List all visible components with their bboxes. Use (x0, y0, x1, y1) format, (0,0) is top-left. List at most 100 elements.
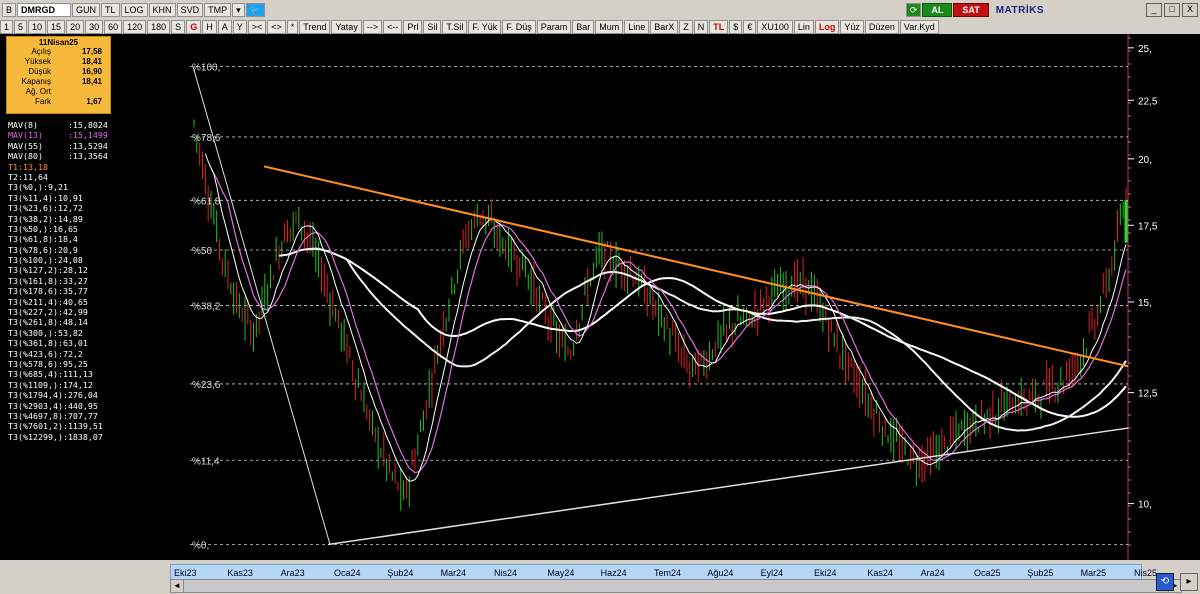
legend-entry: T3(%100,):24,08 (8, 255, 83, 266)
toolbar-btn-b[interactable]: B (2, 3, 17, 17)
toolbar-btn-tmp[interactable]: TMP (204, 3, 232, 17)
price-chart[interactable]: 25, 22,5 20, 17,5 15, 12,5 10, %100, %78,6 %61,8%… (0, 34, 1200, 560)
x-tick-label: Eki24 (814, 568, 837, 578)
period-btn-10[interactable]: G (186, 20, 202, 34)
tool-btn-17[interactable]: $ (729, 20, 743, 34)
legend-entry: T3(%161,8):33,27 (8, 275, 88, 286)
fib-level-label: %11,4 (192, 456, 220, 467)
toolbar-btn-gun[interactable]: GUN (72, 3, 101, 17)
nav-btn-2[interactable]: * (286, 20, 299, 34)
legend-entry: MAV(55) :13,5294 (8, 140, 108, 151)
tool-btn-19[interactable]: XU100 (757, 20, 793, 34)
legend-entry: T3(%261,8):48,14 (8, 317, 88, 328)
fib-level-label: %0, (192, 541, 209, 552)
window-controls: _ □ X (1144, 3, 1198, 17)
fib-level-label: %100, (192, 62, 220, 73)
tool-btn-21[interactable]: Log (814, 20, 840, 34)
toolbar-btn-log[interactable]: LOG (120, 3, 148, 17)
brand-label: MATRİKS (995, 4, 1045, 16)
info-label: Kapanış (21, 77, 51, 86)
period-btn-5[interactable]: 30 (85, 20, 104, 34)
tool-btn-20[interactable]: Lin (793, 20, 814, 34)
info-row: Açılış 17,58 (7, 47, 110, 57)
tool-btn-1[interactable]: Yatay (331, 20, 362, 34)
tool-btn-10[interactable]: Bar (572, 20, 595, 34)
period-btn-11[interactable]: H (202, 20, 217, 34)
chart-window: B DMRGD GUN TL LOG KHN SVD TMP ▾ 🐦 ⟳ AL SAT MATRİKS _… (0, 0, 1200, 594)
info-label: Yüksek (24, 57, 51, 66)
legend-entry: T3(%1794,4):276,04 (8, 390, 98, 401)
dropdown-icon[interactable]: ▾ (232, 3, 245, 17)
period-btn-1[interactable]: 5 (14, 20, 28, 34)
refresh-icon[interactable]: ⟲ (1156, 573, 1174, 591)
info-value: 1,67 (86, 97, 102, 106)
tool-btn-18[interactable]: € (743, 20, 757, 34)
tool-btn-13[interactable]: BarX (650, 20, 679, 34)
twitter-icon[interactable]: 🐦 (245, 3, 265, 17)
y-tick-label: 25, (1138, 44, 1152, 55)
tool-btn-15[interactable]: N (693, 20, 709, 34)
tool-btn-24[interactable]: Var.Kyd (899, 20, 939, 34)
tool-btn-12[interactable]: Line (624, 20, 650, 34)
tool-btn-9[interactable]: Param (536, 20, 572, 34)
toolbar-btn-svd[interactable]: SVD (176, 3, 204, 17)
x-tick-label: Şub24 (387, 568, 414, 578)
tool-btn-5[interactable]: Sil (423, 20, 442, 34)
trend-line-t1 (263, 165, 1129, 368)
period-btn-4[interactable]: 20 (66, 20, 85, 34)
sell-button[interactable]: SAT (953, 3, 989, 17)
maximize-icon[interactable]: □ (1164, 3, 1180, 17)
x-tick-label: Oca24 (334, 568, 361, 578)
tool-btn-3[interactable]: <-- (383, 20, 403, 34)
nav-btn-0[interactable]: >< (247, 20, 267, 34)
tool-btn-11[interactable]: Mum (595, 20, 624, 34)
toolbar-btn-dmrgd[interactable]: DMRGD (17, 3, 72, 17)
tool-btn-14[interactable]: Z (679, 20, 693, 34)
period-btn-2[interactable]: 10 (28, 20, 47, 34)
buy-button[interactable]: AL (922, 3, 953, 17)
scroll-left-icon[interactable]: ◄ (171, 580, 184, 592)
close-icon[interactable]: X (1182, 3, 1198, 17)
info-value: 17,58 (81, 47, 102, 56)
period-btn-6[interactable]: 60 (104, 20, 123, 34)
tool-btn-16[interactable]: TL (709, 20, 729, 34)
legend-entry: MAV(8) :15,8024 (8, 120, 108, 130)
legend-entry: T3(%1109,):174,12 (8, 379, 93, 390)
legend-entry: T1:13,18 (8, 161, 48, 172)
tool-btn-22[interactable]: Yüz (840, 20, 864, 34)
tool-btn-8[interactable]: F. Düş (502, 20, 536, 34)
toolbar-btn-tl[interactable]: TL (101, 3, 120, 17)
tool-btn-4[interactable]: Prl (403, 20, 423, 34)
horizontal-scrollbar[interactable]: ◄ ► (170, 579, 1182, 593)
tool-btn-0[interactable]: Trend (299, 20, 331, 34)
tool-btn-2[interactable]: --> (362, 20, 383, 34)
toolbar-btn-khn[interactable]: KHN (148, 3, 176, 17)
info-row: Ağ. Ort (7, 87, 110, 97)
period-btn-7[interactable]: 120 (123, 20, 147, 34)
tool-btn-23[interactable]: Düzen (864, 20, 899, 34)
indicator-legend: MAV(8) :15,8024 MAV(13) :15,1499 MAV(55) :… (8, 120, 108, 442)
legend-entry: T3(%211,4):40,65 (8, 296, 88, 307)
x-tick-label: Haz24 (600, 568, 627, 578)
period-btn-8[interactable]: 180 (147, 20, 171, 34)
legend-entry: T3(%7601,2):1139,51 (8, 421, 103, 432)
info-label: Ağ. Ort (25, 87, 51, 96)
tool-btn-7[interactable]: F. Yük (468, 20, 502, 34)
legend-entry: T3(%61,8):18,4 (8, 234, 78, 245)
ohlc-info-box: 11Nisan25 Açılış 17,58 Yüksek 18,41 Düşük 16,… (6, 36, 111, 114)
resize-icon[interactable]: ▸ (1180, 573, 1198, 591)
minimize-icon[interactable]: _ (1146, 3, 1162, 17)
nav-btn-1[interactable]: <> (267, 20, 286, 34)
y-tick-label: 20, (1138, 155, 1152, 166)
period-btn-9[interactable]: S (171, 20, 186, 34)
period-btn-0[interactable]: 1 (0, 20, 14, 34)
tool-btn-6[interactable]: T.Sil (442, 20, 468, 34)
x-tick-label: May24 (547, 568, 575, 578)
legend-entry: MAV(13) :15,1499 (8, 130, 108, 141)
period-btn-3[interactable]: 15 (47, 20, 66, 34)
period-btn-12[interactable]: A (217, 20, 232, 34)
fib-level-label: %23,6 (192, 380, 221, 391)
period-btn-13[interactable]: Y (232, 20, 247, 34)
mav80-line (307, 247, 1127, 418)
sync-icon[interactable]: ⟳ (905, 3, 922, 17)
